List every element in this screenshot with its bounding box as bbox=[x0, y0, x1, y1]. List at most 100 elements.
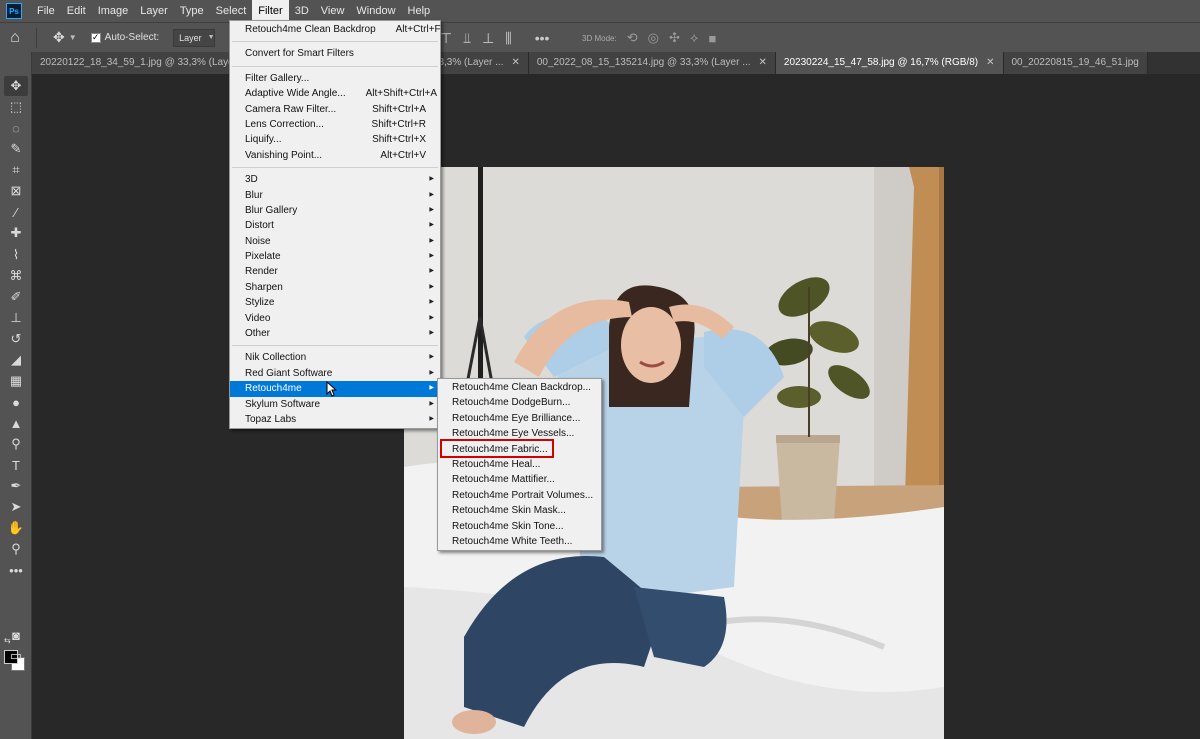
menu-item-label: Retouch4me Eye Brilliance... bbox=[452, 412, 581, 424]
home-icon[interactable]: ⌂ bbox=[0, 23, 30, 53]
menu-item-blur-gallery[interactable]: Blur Gallery ▶ bbox=[230, 203, 440, 218]
menu-filter[interactable]: Filter bbox=[252, 0, 289, 22]
type-icon[interactable]: T bbox=[4, 455, 28, 475]
align-bottom-icon[interactable]: ⊥ bbox=[482, 30, 494, 47]
pen-icon[interactable]: ✒ bbox=[4, 476, 28, 496]
menu-bar: Ps File Edit Image Layer Type Select Fil… bbox=[0, 0, 1200, 22]
path-select-icon[interactable]: ➤ bbox=[4, 497, 28, 517]
close-icon[interactable]: ✕ bbox=[986, 52, 994, 74]
menu-item-shortcut: Shift+Ctrl+A bbox=[372, 103, 426, 115]
brush-tool-icon[interactable]: ✐ bbox=[4, 287, 28, 307]
document-tab-active[interactable]: 20230224_15_47_58.jpg @ 16,7% (RGB/8) ✕ bbox=[775, 52, 1004, 74]
menu-window[interactable]: Window bbox=[350, 0, 401, 22]
blur-icon[interactable]: ● bbox=[4, 392, 28, 412]
submenu-item-dodgeburn[interactable]: Retouch4me DodgeBurn... bbox=[438, 395, 601, 410]
document-tab[interactable]: 00_2022_08_15_135214.jpg @ 33,3% (Layer … bbox=[528, 52, 776, 74]
menu-item-sharpen[interactable]: Sharpen ▶ bbox=[230, 280, 440, 295]
submenu-item-heal[interactable]: Retouch4me Heal... bbox=[438, 457, 601, 472]
more-options-icon[interactable]: ••• bbox=[535, 30, 550, 46]
menu-item-render[interactable]: Render ▶ bbox=[230, 264, 440, 279]
close-icon[interactable]: ✕ bbox=[511, 52, 519, 74]
menu-type[interactable]: Type bbox=[174, 0, 210, 22]
orbit-3d-icon[interactable]: ⟲ bbox=[627, 30, 638, 46]
menu-item-label: Skylum Software bbox=[245, 398, 321, 410]
menu-item-label: Nik Collection bbox=[245, 352, 307, 364]
align-top-icon[interactable]: ⊤ bbox=[440, 30, 452, 47]
menu-item-camera-raw-filter[interactable]: Camera Raw Filter... Shift+Ctrl+A bbox=[230, 102, 440, 117]
submenu-arrow-icon: ▶ bbox=[429, 330, 434, 337]
pan-3d-icon[interactable]: ✣ bbox=[669, 30, 680, 46]
menu-item-other[interactable]: Other ▶ bbox=[230, 326, 440, 341]
auto-select-target-dropdown[interactable]: Layer ▼ bbox=[173, 28, 216, 47]
menu-item-shortcut: Shift+Ctrl+X bbox=[372, 134, 426, 146]
align-middle-icon[interactable]: ⫫ bbox=[463, 30, 471, 47]
submenu-item-portrait-volumes[interactable]: Retouch4me Portrait Volumes... bbox=[438, 488, 601, 503]
lasso-icon[interactable]: ◌ bbox=[4, 118, 28, 138]
menu-item-vanishing-point[interactable]: Vanishing Point... Alt+Ctrl+V bbox=[230, 148, 440, 163]
content-aware-icon[interactable]: ⌘ bbox=[4, 266, 28, 286]
menu-item-nik-collection[interactable]: Nik Collection ▶ bbox=[230, 350, 440, 365]
menu-item-3d[interactable]: 3D ▶ bbox=[230, 172, 440, 187]
menu-item-adaptive-wide-angle[interactable]: Adaptive Wide Angle... Alt+Shift+Ctrl+A bbox=[230, 86, 440, 101]
gradient-icon[interactable]: ▦ bbox=[4, 371, 28, 391]
menu-view[interactable]: View bbox=[315, 0, 351, 22]
stamp-icon[interactable]: ⊥ bbox=[4, 308, 28, 328]
menu-item-distort[interactable]: Distort ▶ bbox=[230, 218, 440, 233]
menu-item-label: Adaptive Wide Angle... bbox=[245, 88, 346, 100]
menu-item-stylize[interactable]: Stylize ▶ bbox=[230, 295, 440, 310]
menu-layer[interactable]: Layer bbox=[134, 0, 174, 22]
eyedropper-icon[interactable]: ⁄ bbox=[4, 202, 28, 222]
menu-item-last-filter[interactable]: Retouch4me Clean Backdrop Alt+Ctrl+F bbox=[230, 22, 441, 37]
dodge-icon[interactable]: ▲ bbox=[4, 413, 28, 433]
move-tool-icon[interactable]: ✥ bbox=[4, 76, 28, 96]
menu-item-skylum[interactable]: Skylum Software ▶ bbox=[230, 397, 440, 412]
screen-mode-icon[interactable]: ▭ bbox=[4, 646, 28, 666]
menu-item-blur[interactable]: Blur ▶ bbox=[230, 188, 440, 203]
menu-item-lens-correction[interactable]: Lens Correction... Shift+Ctrl+R bbox=[230, 117, 440, 132]
move-icon[interactable]: ✥ bbox=[53, 29, 65, 46]
menu-file[interactable]: File bbox=[31, 0, 61, 22]
submenu-item-clean-backdrop[interactable]: Retouch4me Clean Backdrop... bbox=[438, 380, 601, 395]
brush-icon[interactable]: ⌇ bbox=[4, 245, 28, 265]
ellipsis-icon[interactable]: ••• bbox=[4, 560, 28, 580]
3d-mode-controls: 3D Mode: ⟲ ◎ ✣ ⟡ ■ bbox=[582, 23, 716, 53]
auto-select-checkbox[interactable]: ✓ bbox=[90, 32, 101, 43]
close-icon[interactable]: ✕ bbox=[759, 52, 767, 74]
menu-item-filter-gallery[interactable]: Filter Gallery... bbox=[230, 71, 440, 86]
menu-item-convert-smart-filters[interactable]: Convert for Smart Filters bbox=[230, 46, 440, 61]
menu-image[interactable]: Image bbox=[92, 0, 135, 22]
healing-icon[interactable]: ✚ bbox=[4, 223, 28, 243]
submenu-item-skin-tone[interactable]: Retouch4me Skin Tone... bbox=[438, 519, 601, 534]
menu-select[interactable]: Select bbox=[210, 0, 253, 22]
quick-mask-icon[interactable]: ◙ bbox=[4, 625, 28, 645]
menu-item-liquify[interactable]: Liquify... Shift+Ctrl+X bbox=[230, 132, 440, 147]
submenu-item-skin-mask[interactable]: Retouch4me Skin Mask... bbox=[438, 503, 601, 518]
menu-3d[interactable]: 3D bbox=[289, 0, 315, 22]
marquee-icon[interactable]: ⬚ bbox=[4, 97, 28, 117]
menu-item-noise[interactable]: Noise ▶ bbox=[230, 234, 440, 249]
submenu-item-mattifier[interactable]: Retouch4me Mattifier... bbox=[438, 472, 601, 487]
menu-help[interactable]: Help bbox=[402, 0, 437, 22]
submenu-item-eye-brilliance[interactable]: Retouch4me Eye Brilliance... bbox=[438, 411, 601, 426]
menu-item-topaz-labs[interactable]: Topaz Labs ▶ bbox=[230, 412, 440, 427]
distribute-icon[interactable]: ⫼ bbox=[505, 30, 511, 47]
roll-3d-icon[interactable]: ◎ bbox=[648, 30, 659, 46]
frame-icon[interactable]: ⊠ bbox=[4, 181, 28, 201]
menu-item-label: Retouch4me Skin Mask... bbox=[452, 505, 566, 517]
chevron-down-icon[interactable]: ▼ bbox=[69, 33, 77, 42]
submenu-item-white-teeth[interactable]: Retouch4me White Teeth... bbox=[438, 534, 601, 549]
sponge-icon[interactable]: ⚲ bbox=[4, 434, 28, 454]
menu-item-red-giant[interactable]: Red Giant Software ▶ bbox=[230, 366, 440, 381]
document-tab[interactable]: 00_20220815_19_46_51.jpg bbox=[1003, 52, 1148, 74]
menu-item-video[interactable]: Video ▶ bbox=[230, 311, 440, 326]
slide-3d-icon[interactable]: ⟡ bbox=[690, 30, 699, 46]
hand-icon[interactable]: ✋ bbox=[4, 518, 28, 538]
crop-icon[interactable]: ⌗ bbox=[4, 160, 28, 180]
quick-select-icon[interactable]: ✎ bbox=[4, 139, 28, 159]
scale-3d-icon[interactable]: ■ bbox=[708, 31, 716, 46]
menu-item-pixelate[interactable]: Pixelate ▶ bbox=[230, 249, 440, 264]
eraser-icon[interactable]: ◢ bbox=[4, 350, 28, 370]
history-brush-icon[interactable]: ↺ bbox=[4, 329, 28, 349]
menu-edit[interactable]: Edit bbox=[61, 0, 92, 22]
zoom-icon[interactable]: ⚲ bbox=[4, 539, 28, 559]
